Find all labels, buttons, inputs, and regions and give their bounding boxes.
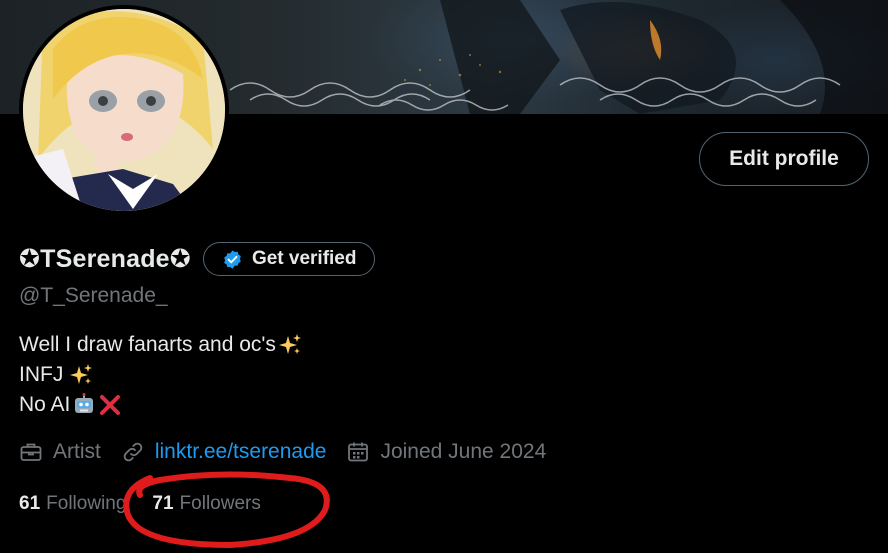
followers-count: 71 [152, 493, 174, 514]
followers-label: Followers [179, 493, 261, 514]
cross-mark-icon [98, 393, 122, 417]
website-item: linktr.ee/tserenade [121, 440, 327, 464]
robot-icon [72, 393, 96, 417]
avatar[interactable] [19, 5, 229, 215]
avatar-artwork [23, 9, 225, 211]
bio-line-2-text: INFJ [19, 363, 64, 386]
profile-meta: Artist linktr.ee/tserenade Joined June 2… [19, 436, 566, 468]
following-label: Following [46, 493, 127, 514]
get-verified-label: Get verified [251, 248, 357, 269]
bio-line-3: No AI [19, 390, 302, 420]
website-link[interactable]: linktr.ee/tserenade [155, 440, 327, 464]
sparkles-icon [278, 333, 302, 357]
bio: Well I draw fanarts and oc's INFJ No AI [19, 330, 302, 420]
profession-text: Artist [53, 440, 101, 463]
user-handle: @T_Serenade_ [19, 284, 168, 307]
followers-link[interactable]: 71 Followers [152, 493, 260, 515]
briefcase-icon [19, 440, 43, 464]
profile-page: Edit profile ✪TSerenade✪ Get verified @T… [0, 0, 888, 553]
avatar-image [23, 9, 225, 211]
follow-stats: 61 Following 71 Followers [19, 489, 287, 519]
verified-badge-icon [222, 249, 243, 270]
bio-line-2: INFJ [19, 360, 302, 390]
edit-profile-button[interactable]: Edit profile [699, 132, 869, 186]
following-link[interactable]: 61 Following [19, 493, 126, 515]
bio-line-1-text: Well I draw fanarts and oc's [19, 333, 276, 356]
calendar-icon [346, 440, 370, 464]
bio-line-3-text: No AI [19, 393, 71, 416]
display-name: ✪TSerenade✪ [19, 245, 191, 273]
following-count: 61 [19, 493, 41, 514]
profession-item: Artist [19, 440, 101, 464]
bio-line-1: Well I draw fanarts and oc's [19, 330, 302, 360]
sparkles-icon [69, 363, 93, 387]
joined-item: Joined June 2024 [346, 440, 546, 464]
link-icon [121, 440, 145, 464]
joined-text: Joined June 2024 [380, 440, 547, 463]
get-verified-button[interactable]: Get verified [202, 242, 376, 276]
name-row: ✪TSerenade✪ Get verified [19, 241, 376, 277]
